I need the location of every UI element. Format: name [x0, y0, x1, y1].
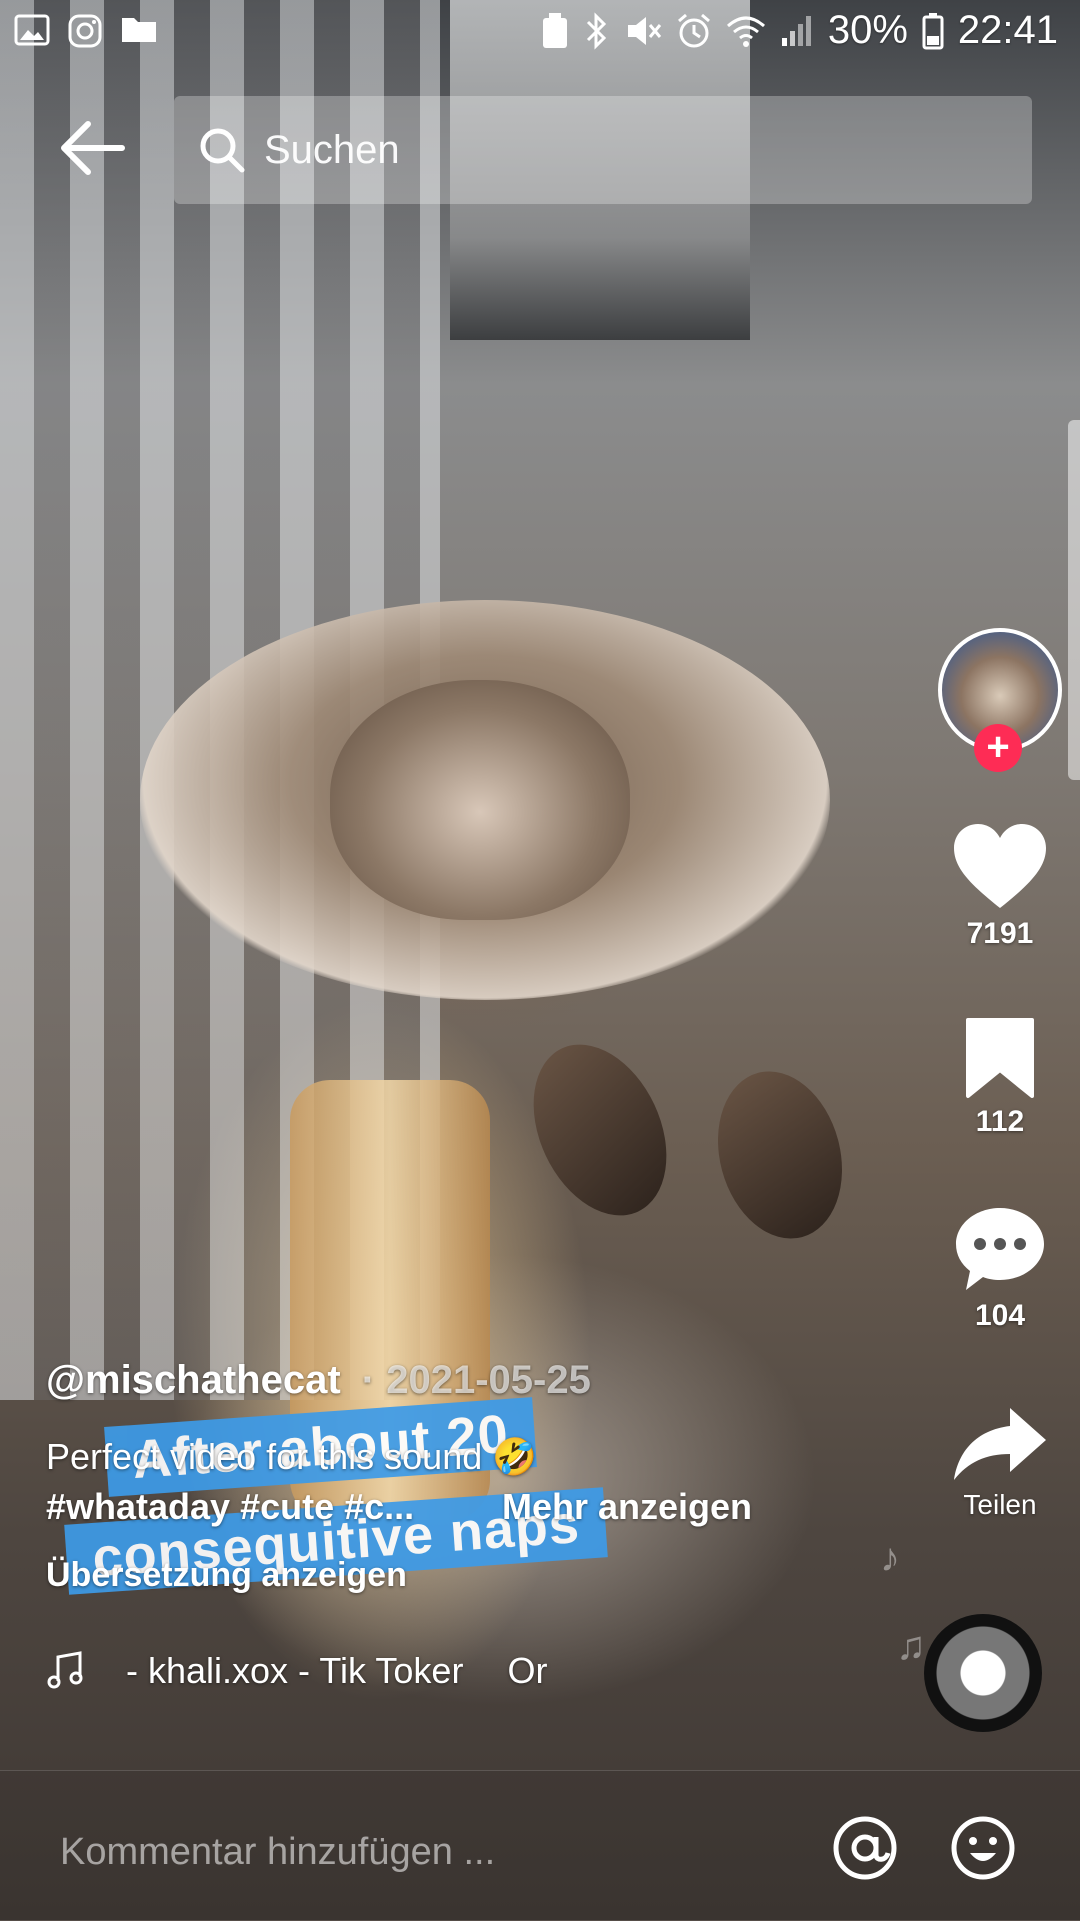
back-button[interactable]: [58, 118, 128, 178]
post-caption: Perfect video for this sound 🤣: [46, 1436, 538, 1477]
smiley-icon: [951, 1816, 1015, 1880]
folder-icon: [122, 18, 156, 42]
username[interactable]: @mischathecat: [46, 1358, 341, 1402]
music-disc[interactable]: [924, 1614, 1042, 1732]
post-date: · 2021-05-25: [361, 1358, 591, 1402]
battery-percent: 30%: [827, 8, 908, 52]
post-author[interactable]: @mischathecat · 2021-05-25: [46, 1358, 591, 1403]
floating-note-icon: ♫: [896, 1624, 926, 1668]
alarm-icon: [677, 13, 710, 47]
music-row[interactable]: - khali.xox - Tik Toker Or: [46, 1650, 666, 1692]
follow-button[interactable]: +: [974, 724, 1022, 772]
show-translation-link[interactable]: Übersetzung anzeigen: [46, 1556, 407, 1595]
status-bar: 30% 22:41: [0, 0, 1080, 72]
search-icon: [200, 128, 245, 173]
at-icon: [833, 1816, 897, 1880]
comment-icon: [956, 1208, 1044, 1290]
music-note-icon: [47, 1651, 83, 1689]
share-label: Teilen: [963, 1489, 1037, 1520]
clock: 22:41: [957, 8, 1058, 52]
mute-icon: [627, 16, 661, 45]
battery-icon: [922, 12, 944, 49]
bluetooth-icon: [586, 11, 606, 50]
signal-icon: [781, 15, 811, 46]
gallery-icon: [14, 14, 50, 46]
side-scroll-handle[interactable]: [1068, 420, 1080, 780]
comment-input[interactable]: Kommentar hinzufügen ...: [60, 1831, 495, 1874]
floating-note-icon: ♪: [880, 1536, 900, 1580]
recycle-icon: [542, 12, 567, 48]
comment-button[interactable]: 104: [940, 1204, 1060, 1333]
wifi-icon: [726, 16, 765, 47]
cat-paw-left: [507, 1023, 693, 1237]
comment-bar: Kommentar hinzufügen ...: [0, 1770, 1080, 1921]
bookmark-icon: [966, 1018, 1034, 1098]
instagram-icon: [68, 14, 102, 48]
heart-icon: [954, 824, 1046, 908]
share-icon: [954, 1408, 1046, 1480]
share-button[interactable]: Teilen: [940, 1404, 1060, 1521]
like-count: 7191: [966, 917, 1034, 950]
search-placeholder: Suchen: [264, 127, 400, 172]
post-hashtags[interactable]: #whataday #cute #c...: [46, 1486, 414, 1528]
like-button[interactable]: 7191: [940, 820, 1060, 951]
cat: [330, 680, 630, 920]
comment-count: 104: [974, 1299, 1026, 1332]
status-right-icons: 30% 22:41: [540, 8, 1058, 53]
emoji-button[interactable]: [950, 1815, 1016, 1881]
status-left-icons: [14, 14, 158, 48]
search-bar[interactable]: Suchen: [174, 96, 1032, 204]
show-more-link[interactable]: Mehr anzeigen: [502, 1486, 752, 1528]
arrow-left-icon: [61, 121, 125, 175]
save-button[interactable]: 112: [940, 1016, 1060, 1139]
music-title: - khali.xox - Tik Toker Or: [126, 1650, 548, 1691]
save-count: 112: [975, 1105, 1025, 1138]
mention-button[interactable]: [832, 1815, 898, 1881]
cat-paw-right: [700, 1057, 860, 1253]
